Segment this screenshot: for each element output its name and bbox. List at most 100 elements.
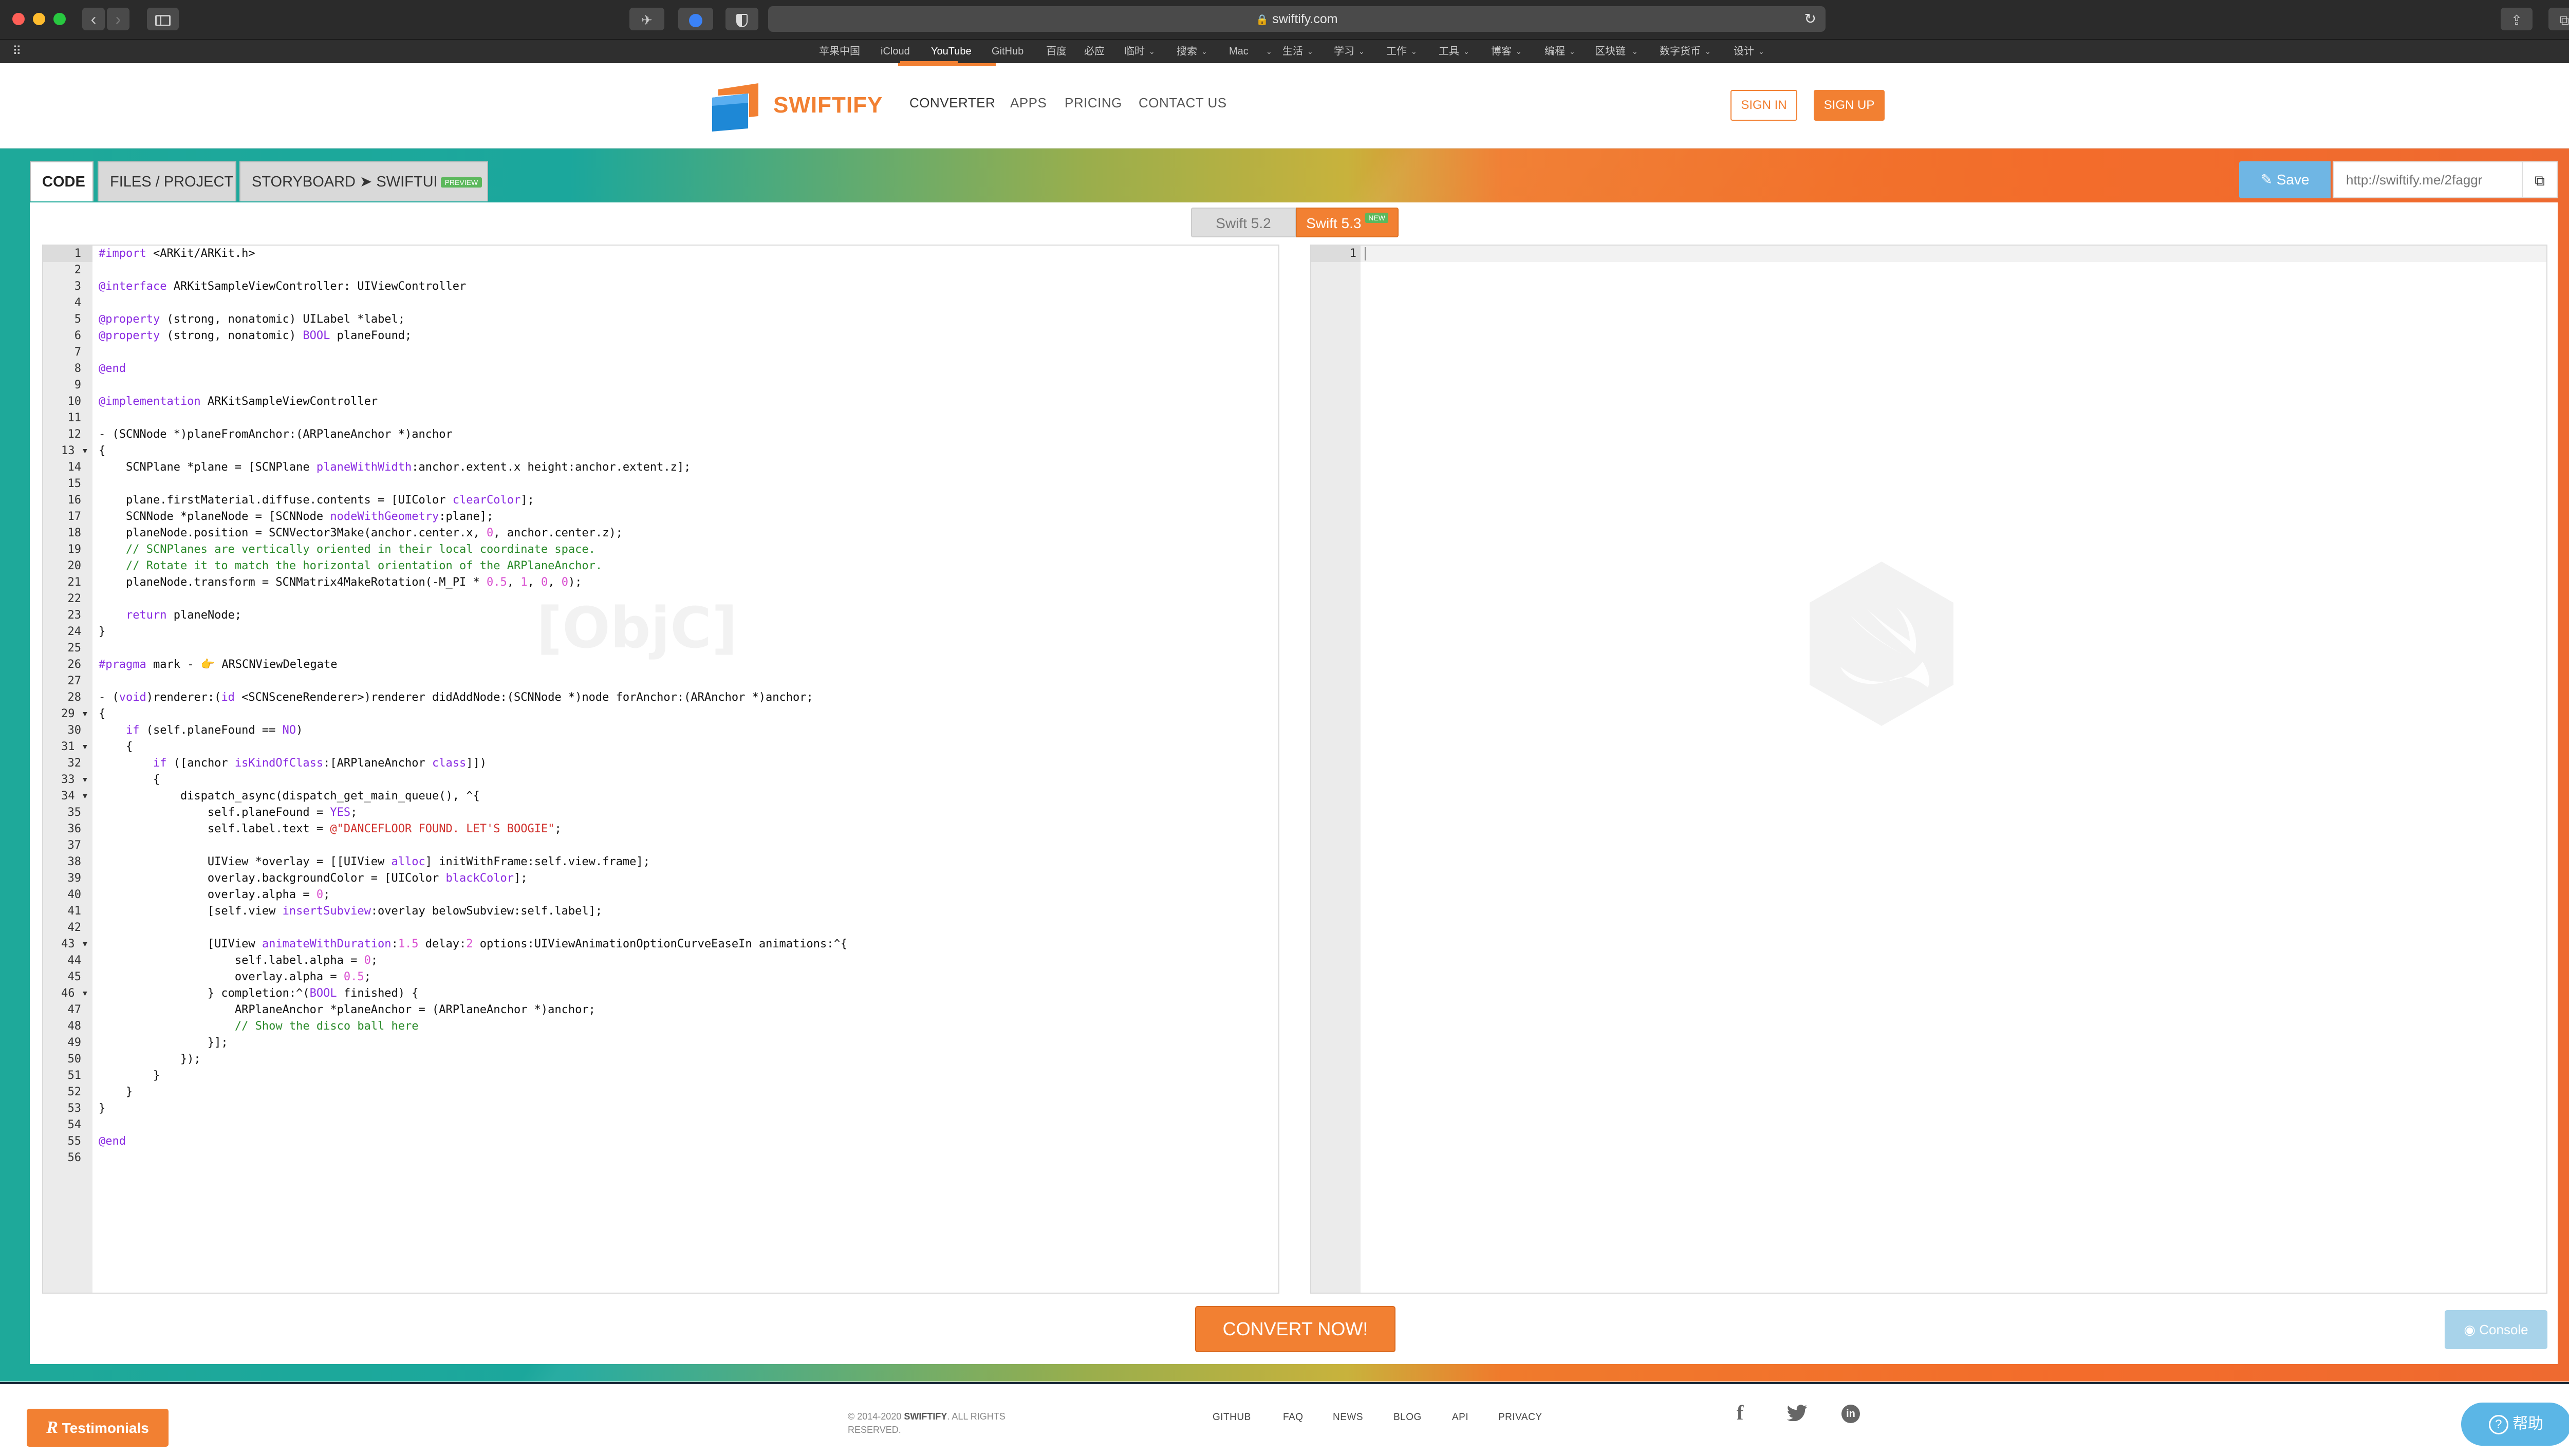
twitter-icon[interactable]: [1786, 1405, 1808, 1422]
code-line: return planeNode;: [125, 609, 242, 622]
footer-link-faq[interactable]: FAQ: [1283, 1412, 1304, 1423]
favorite-item[interactable]: 设计: [1734, 40, 1754, 63]
swiftify-logo-icon: [712, 83, 758, 132]
zoom-window-button[interactable]: [53, 13, 66, 25]
code-line: @implementation ARKitSampleViewControlle…: [99, 395, 378, 408]
swift-5-2-toggle[interactable]: Swift 5.2: [1191, 208, 1296, 237]
back-button[interactable]: ‹: [82, 8, 105, 30]
address-bar[interactable]: 🔒 swiftify.com ↻: [768, 6, 1826, 32]
grid-icon[interactable]: ⠿: [12, 40, 22, 63]
sidebar-toggle-button[interactable]: [147, 8, 179, 30]
code-line: {: [99, 773, 160, 786]
line-number: 1: [43, 246, 92, 262]
swiftify-logo[interactable]: [708, 80, 765, 134]
code-line: dispatch_async(dispatch_get_main_queue()…: [99, 790, 480, 802]
favorite-item[interactable]: 搜索: [1177, 40, 1197, 63]
line-number: 39: [67, 872, 82, 885]
extension-bird-button[interactable]: ✈: [629, 8, 664, 30]
console-button[interactable]: ◉ Console: [2445, 1310, 2547, 1349]
tab-files-project[interactable]: FILES / PROJECT: [98, 161, 236, 201]
footer-link-api[interactable]: API: [1452, 1412, 1468, 1423]
shield-button[interactable]: [725, 8, 758, 30]
swift-5-3-toggle[interactable]: Swift 5.3 NEW: [1296, 208, 1399, 237]
favorite-item[interactable]: 工具: [1439, 40, 1459, 63]
favorite-item[interactable]: GitHub: [992, 40, 1023, 63]
brand-name[interactable]: SWIFTIFY: [773, 92, 883, 118]
favorite-item[interactable]: 工作: [1386, 40, 1407, 63]
pencil-icon: ✎: [2260, 172, 2273, 188]
code-line: plane.firstMaterial.diffuse.contents = […: [99, 494, 534, 507]
favorite-item[interactable]: 博客: [1491, 40, 1512, 63]
line-number: 48: [67, 1020, 82, 1033]
favorite-item[interactable]: 百度: [1046, 40, 1067, 63]
tab-storyboard-swiftui[interactable]: STORYBOARD ➤ SWIFTUI PREVIEW: [239, 161, 488, 201]
favorite-item[interactable]: 必应: [1084, 40, 1105, 63]
testimonials-button[interactable]: R Testimonials: [27, 1409, 169, 1447]
line-number: 12: [67, 428, 82, 441]
line-number: 40: [67, 888, 82, 901]
shield-icon: [736, 13, 748, 27]
chevron-down-icon: ⌄: [1758, 47, 1764, 55]
footer-link-privacy[interactable]: PRIVACY: [1498, 1412, 1542, 1423]
line-number: 17: [67, 510, 82, 523]
nav-converter[interactable]: CONVERTER: [909, 95, 995, 111]
swift-editor[interactable]: 1: [1310, 245, 2547, 1294]
objc-editor[interactable]: 1 2 3 4 5 6 7 8 9 10 11 12 13 ▾ 14 15 16 17 18 19 20 21 22 23 2…: [42, 245, 1279, 1294]
reload-icon[interactable]: ↻: [1804, 6, 1816, 32]
close-window-button[interactable]: [12, 13, 25, 25]
code-line: SCNPlane *plane = [SCNPlane planeWithWid…: [99, 461, 691, 474]
extension-blue-button[interactable]: [678, 8, 713, 30]
nav-pricing[interactable]: PRICING: [1065, 95, 1122, 111]
favorite-item[interactable]: iCloud: [881, 40, 910, 63]
nav-contact-us[interactable]: CONTACT US: [1139, 95, 1227, 111]
favorite-item[interactable]: 学习: [1334, 40, 1354, 63]
line-number: 50: [67, 1053, 82, 1066]
line-number: 26: [67, 658, 82, 671]
line-number: 46 ▾: [61, 987, 88, 1000]
favorite-item[interactable]: 编程: [1544, 40, 1565, 63]
code-line: UIView *overlay = [[UIView alloc] initWi…: [99, 855, 650, 868]
code-line: - (SCNNode *)planeFromAnchor:(ARPlaneAnc…: [99, 428, 453, 441]
bird-icon: ✈: [641, 12, 653, 28]
line-number: 49: [67, 1036, 82, 1049]
help-button[interactable]: ? 帮助: [2461, 1403, 2569, 1446]
favorite-item[interactable]: 苹果中国: [819, 40, 860, 63]
convert-now-button[interactable]: CONVERT NOW!: [1195, 1306, 1395, 1352]
favorite-item[interactable]: YouTube: [931, 40, 972, 63]
footer-link-blog[interactable]: BLOG: [1393, 1412, 1422, 1423]
swift-gutter: [1311, 246, 1361, 1293]
tab-code[interactable]: CODE: [30, 161, 94, 201]
copy-link-button[interactable]: ⧉: [2523, 161, 2558, 198]
favorite-item[interactable]: Mac: [1229, 40, 1249, 63]
code-line: }: [99, 1069, 160, 1082]
copyright: © 2014-2020 SWIFTIFY. ALL RIGHTS RESERVE…: [848, 1410, 1038, 1436]
facebook-icon[interactable]: f: [1737, 1401, 1743, 1425]
chevron-down-icon: ⌄: [1266, 47, 1272, 55]
line-number: 2: [74, 264, 81, 276]
code-line: // Rotate it to match the horizontal ori…: [99, 559, 603, 572]
sign-up-button[interactable]: SIGN UP: [1814, 90, 1885, 121]
minimize-window-button[interactable]: [33, 13, 45, 25]
favorite-item[interactable]: 数字货币: [1660, 40, 1701, 63]
save-button[interactable]: ✎ Save: [2239, 161, 2331, 198]
nav-apps[interactable]: APPS: [1010, 95, 1047, 111]
favorite-item[interactable]: 区块链: [1595, 40, 1626, 63]
code-line: }];: [99, 1036, 228, 1049]
share-button[interactable]: ⇪: [2501, 8, 2533, 30]
code-line: self.label.text = @"DANCEFLOOR FOUND. LE…: [99, 823, 562, 835]
tabs-overview-button[interactable]: ⧉: [2548, 8, 2569, 30]
code-line: self.label.alpha = 0;: [99, 954, 378, 967]
save-label: Save: [2276, 172, 2310, 188]
footer-link-github[interactable]: GITHUB: [1213, 1412, 1251, 1423]
footer-link-news[interactable]: NEWS: [1333, 1412, 1363, 1423]
line-number: 27: [67, 675, 82, 687]
linkedin-icon[interactable]: in: [1841, 1405, 1860, 1423]
chevron-down-icon: ⌄: [1201, 47, 1207, 55]
share-url-input[interactable]: [2333, 161, 2523, 198]
code-line: if ([anchor isKindOfClass:[ARPlaneAnchor…: [153, 757, 487, 770]
favorite-item[interactable]: 临时: [1124, 40, 1145, 63]
sign-in-button[interactable]: SIGN IN: [1730, 90, 1797, 121]
favorite-item[interactable]: 生活: [1282, 40, 1303, 63]
line-number: 11: [67, 412, 82, 424]
forward-button[interactable]: ›: [107, 8, 129, 30]
